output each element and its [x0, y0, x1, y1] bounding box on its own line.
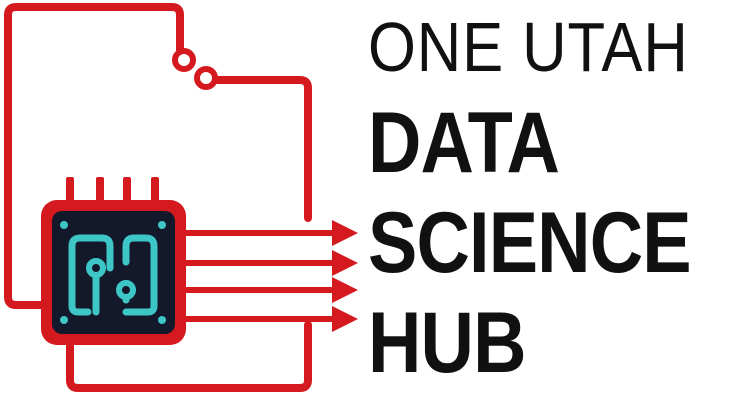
arrow-icon — [186, 220, 358, 332]
wordmark-line-science: SCIENCE — [368, 195, 692, 291]
logo-mark — [4, 3, 358, 392]
wordmark: ONE UTAH DATA SCIENCE HUB — [368, 0, 737, 420]
wordmark-line-hub: HUB — [368, 295, 527, 391]
microchip-icon — [41, 200, 186, 345]
chip-pins-icon — [66, 177, 159, 203]
wordmark-line-one-utah: ONE UTAH — [368, 8, 689, 86]
wordmark-line-data: DATA — [368, 95, 560, 191]
circuit-node-icon — [172, 48, 218, 90]
